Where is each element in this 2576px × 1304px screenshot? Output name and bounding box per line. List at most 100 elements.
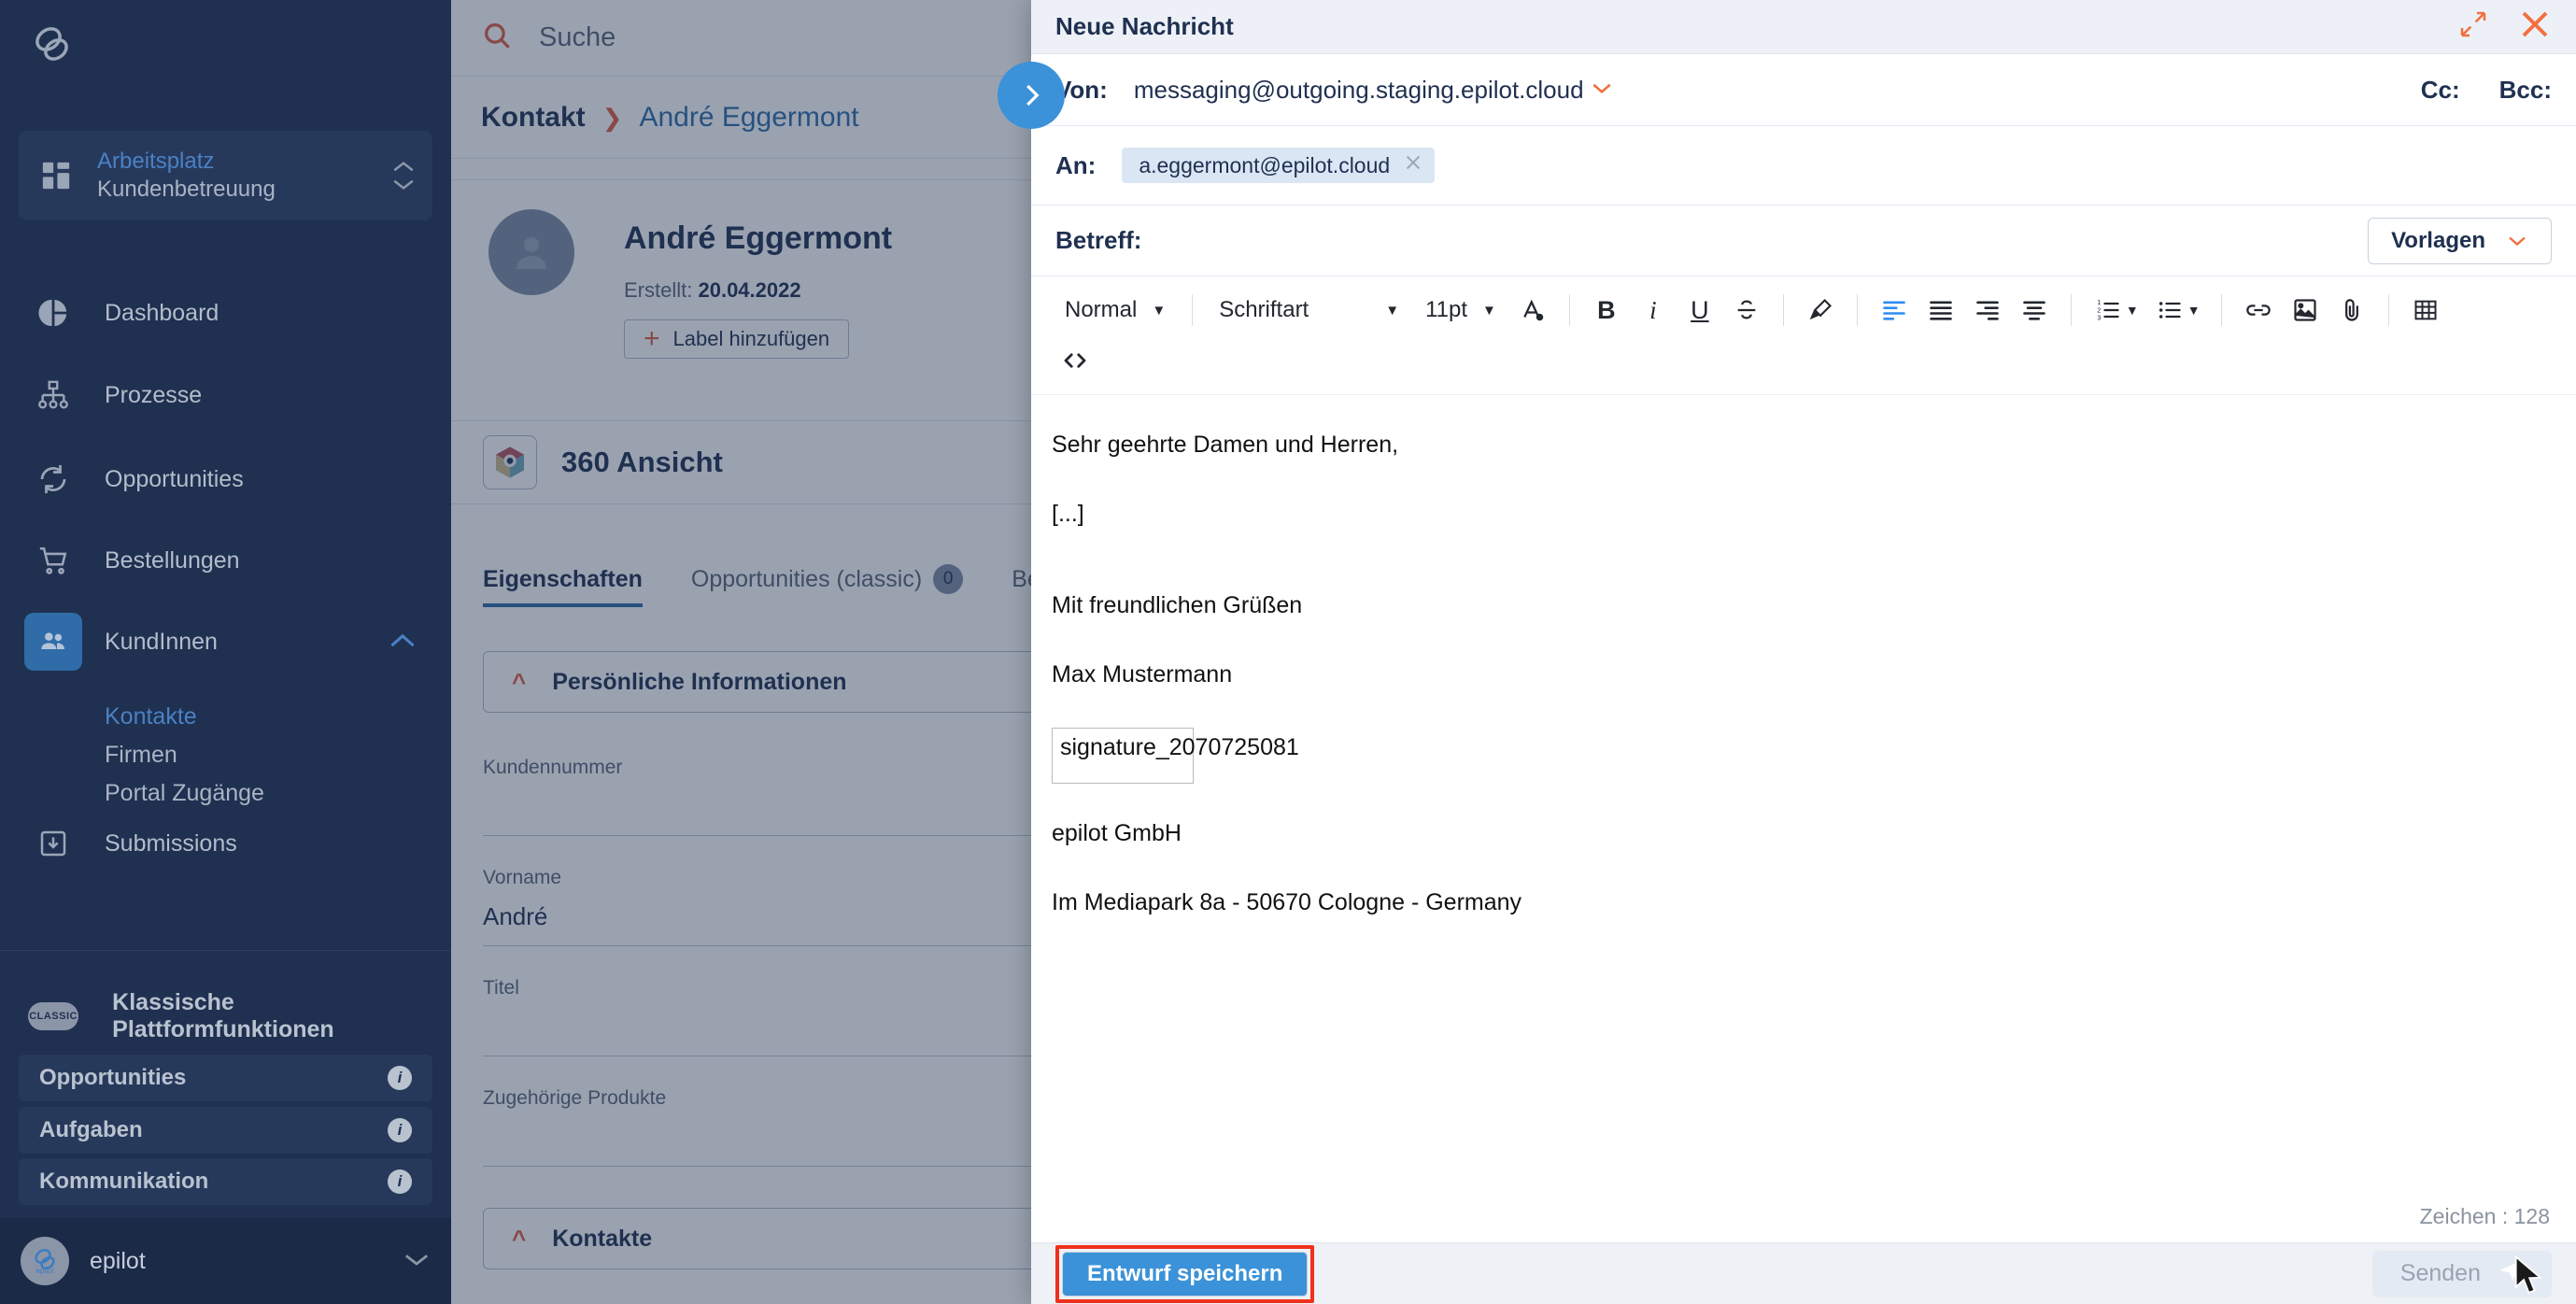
sidebar-subitem-portal-zugaenge[interactable]: Portal Zugänge — [0, 770, 451, 816]
font-size-select[interactable]: 11pt ▼ — [1412, 297, 1509, 323]
templates-button[interactable]: Vorlagen — [2368, 217, 2552, 264]
svg-text:1: 1 — [2097, 300, 2101, 306]
body-footer-line: epilot GmbH — [1052, 820, 1182, 846]
body-line: Sehr geehrte Damen und Herren, — [1052, 432, 1399, 458]
users-icon — [21, 613, 86, 671]
epilot-logo-icon[interactable] — [28, 21, 77, 69]
classic-item-opportunities[interactable]: Opportunities i — [19, 1055, 432, 1101]
svg-text:3: 3 — [2097, 316, 2101, 322]
underline-icon[interactable]: U — [1677, 287, 1723, 333]
paragraph-style-select[interactable]: Normal ▼ — [1052, 297, 1179, 323]
editor-toolbar: Normal ▼ Schriftart ▼ 11pt ▼ B i U 1 2 3… — [1031, 276, 2576, 395]
code-icon[interactable] — [1052, 337, 1098, 384]
classic-badge: CLASSIC — [28, 1002, 79, 1030]
svg-text:epilot: epilot — [35, 1267, 54, 1275]
toolbar-divider — [2070, 294, 2072, 326]
strikethrough-icon[interactable] — [1723, 287, 1770, 333]
sidebar-item-submissions[interactable]: Submissions — [0, 815, 451, 872]
body-line: [...] — [1052, 501, 1084, 527]
grid-icon — [35, 155, 77, 196]
from-row: Von: messaging@outgoing.staging.epilot.c… — [1031, 54, 2576, 126]
workspace-subtitle: Kundenbetreuung — [97, 177, 276, 202]
body-line: Mit freundlichen Grüßen — [1052, 592, 1303, 618]
font-family-select[interactable]: Schriftart ▼ — [1206, 297, 1412, 323]
workflow-icon — [21, 367, 86, 423]
align-center-icon[interactable] — [2011, 287, 2058, 333]
modal-header: Neue Nachricht — [1031, 0, 2576, 54]
italic-icon[interactable]: i — [1630, 287, 1677, 333]
email-body-editor[interactable]: Sehr geehrte Damen und Herren, [...] Mit… — [1031, 395, 2576, 1204]
close-icon[interactable] — [2518, 7, 2552, 46]
table-icon[interactable] — [2402, 287, 2449, 333]
workspace-selector[interactable]: Arbeitsplatz Kundenbetreuung — [19, 131, 432, 220]
chevron-updown-icon[interactable] — [391, 161, 416, 191]
sidebar-item-label: Opportunities — [105, 465, 244, 492]
classic-item-label: Opportunities — [39, 1065, 187, 1090]
save-draft-label: Entwurf speichern — [1087, 1260, 1283, 1286]
toolbar-divider — [1782, 294, 1784, 326]
classic-item-label: Kommunikation — [39, 1169, 209, 1194]
align-left-icon[interactable] — [1871, 287, 1918, 333]
close-icon[interactable] — [1403, 152, 1423, 179]
signature-placeholder-text: signature_2070725081 — [1060, 734, 1299, 760]
signature-placeholder-box[interactable]: signature_2070725081 — [1052, 728, 1299, 784]
chevron-up-icon[interactable] — [388, 629, 418, 656]
app-root: Arbeitsplatz Kundenbetreuung Dashboard P… — [0, 0, 2576, 1304]
classic-section-heading: CLASSIC Klassische Plattformfunktionen — [0, 989, 451, 1042]
sidebar-item-dashboard[interactable]: Dashboard — [0, 285, 451, 341]
recipient-email: a.eggermont@epilot.cloud — [1139, 152, 1391, 177]
from-value[interactable]: messaging@outgoing.staging.epilot.cloud — [1134, 76, 1584, 105]
align-justify-icon[interactable] — [1918, 287, 1964, 333]
toolbar-divider — [2387, 294, 2389, 326]
modal-title: Neue Nachricht — [1055, 12, 1234, 40]
unordered-list-icon[interactable] — [2146, 287, 2193, 333]
chevron-down-icon[interactable] — [403, 1251, 431, 1272]
classic-item-label: Aufgaben — [39, 1117, 143, 1142]
pie-chart-icon — [21, 285, 86, 341]
sidebar-item-kundinnen[interactable]: KundInnen — [0, 613, 451, 671]
sidebar-subitem-label: Firmen — [105, 741, 177, 768]
body-line: Max Mustermann — [1052, 661, 1233, 687]
info-icon[interactable]: i — [388, 1118, 412, 1142]
subject-row: Betreff: Vorlagen — [1031, 206, 2576, 276]
info-icon[interactable]: i — [388, 1169, 412, 1194]
classic-item-kommunikation[interactable]: Kommunikation i — [19, 1158, 432, 1205]
style-value: Normal — [1065, 297, 1138, 322]
panel-toggle-button[interactable] — [998, 62, 1065, 129]
sidebar-divider — [0, 950, 451, 951]
text-color-icon[interactable] — [1509, 287, 1556, 333]
classic-item-aufgaben[interactable]: Aufgaben i — [19, 1107, 432, 1154]
sidebar-item-bestellungen[interactable]: Bestellungen — [0, 532, 451, 588]
toolbar-divider — [2220, 294, 2222, 326]
subject-label: Betreff: — [1055, 226, 1142, 254]
image-icon[interactable] — [2282, 287, 2328, 333]
chevron-down-icon[interactable]: ▼ — [2126, 303, 2139, 318]
link-icon[interactable] — [2235, 287, 2282, 333]
ordered-list-icon[interactable]: 1 2 3 — [2085, 287, 2131, 333]
sidebar-footer-org[interactable]: epilot epilot — [0, 1218, 451, 1304]
align-right-icon[interactable] — [1964, 287, 2011, 333]
chevron-down-icon[interactable]: ▼ — [2187, 303, 2201, 318]
recipient-chip[interactable]: a.eggermont@epilot.cloud — [1122, 148, 1436, 183]
workspace-title: Arbeitsplatz — [97, 149, 215, 174]
bold-icon[interactable]: B — [1583, 287, 1630, 333]
bcc-toggle[interactable]: Bcc: — [2499, 76, 2552, 105]
highlight-icon[interactable] — [1797, 287, 1844, 333]
new-message-modal: Neue Nachricht Von: messaging@outgoing.s… — [1031, 0, 2576, 1304]
refresh-cycle-icon — [21, 451, 86, 507]
chevron-down-icon — [2506, 228, 2528, 254]
chevron-down-icon[interactable] — [1590, 80, 1614, 100]
svg-text:2: 2 — [2097, 307, 2101, 314]
cc-toggle[interactable]: Cc: — [2421, 76, 2460, 105]
character-count: Zeichen : 128 — [2419, 1204, 2550, 1228]
expand-diagonal-icon[interactable] — [2458, 9, 2488, 44]
info-icon[interactable]: i — [388, 1066, 412, 1090]
mouse-cursor — [2512, 1254, 2548, 1303]
attachment-icon[interactable] — [2328, 287, 2375, 333]
sidebar-item-opportunities[interactable]: Opportunities — [0, 451, 451, 507]
save-draft-button[interactable]: Entwurf speichern — [1062, 1251, 1309, 1297]
font-value: Schriftart — [1219, 297, 1309, 322]
templates-label: Vorlagen — [2391, 227, 2485, 253]
sidebar-item-prozesse[interactable]: Prozesse — [0, 367, 451, 423]
shopping-cart-icon — [21, 532, 86, 588]
